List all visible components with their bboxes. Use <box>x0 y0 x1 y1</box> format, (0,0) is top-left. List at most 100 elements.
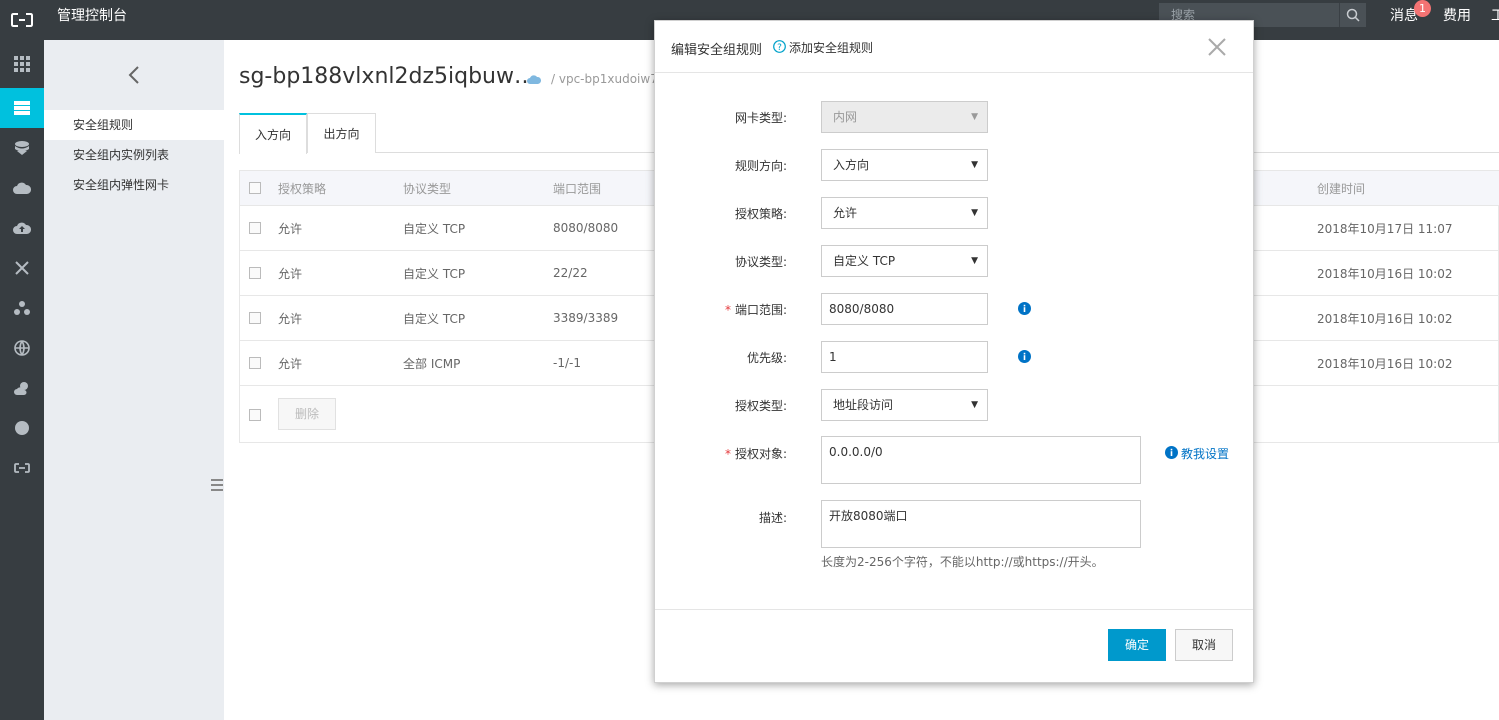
sidebar-item-rules[interactable]: 安全组规则 <box>44 110 224 140</box>
nic-type-select: 内网 ▼ <box>821 101 988 133</box>
caret-down-icon: ▼ <box>971 112 978 122</box>
auth-type-select[interactable]: 地址段访问 ▼ <box>821 389 988 421</box>
aliyun-logo-icon[interactable] <box>0 0 44 40</box>
page-title: sg-bp188vlxnl2dz5iqbuw… <box>239 64 536 89</box>
cluster-icon[interactable] <box>0 288 44 328</box>
cell-port: 22/22 <box>553 266 588 280</box>
dialog-header: 编辑安全组规则 ? 添加安全组规则 <box>655 21 1253 73</box>
policy-value: 允许 <box>833 206 858 220</box>
cell-protocol: 自定义 TCP <box>403 221 466 236</box>
network-icon[interactable] <box>0 248 44 288</box>
footer-select-all-checkbox[interactable] <box>249 386 261 443</box>
row-checkbox[interactable] <box>249 251 261 295</box>
header-created: 创建时间 <box>1317 181 1366 196</box>
direction-label: 规则方向: <box>734 159 787 173</box>
cell-policy: 允许 <box>278 356 303 371</box>
caret-down-icon: ▼ <box>971 256 978 266</box>
message-count-badge: 1 <box>1414 0 1431 17</box>
row-checkbox[interactable] <box>249 296 261 340</box>
priority-input[interactable]: 1 <box>821 341 988 373</box>
auth-type-label: 授权类型: <box>734 399 787 413</box>
caret-down-icon: ▼ <box>971 208 978 218</box>
vpc-breadcrumb[interactable]: / vpc-bp1xudoiw7l <box>551 72 661 86</box>
more-nav-link[interactable]: 工 <box>1491 0 1499 32</box>
back-chevron-icon[interactable] <box>44 40 224 110</box>
sidebar-item-eni[interactable]: 安全组内弹性网卡 <box>44 170 224 200</box>
priority-info-icon[interactable] <box>1018 350 1031 366</box>
protocol-select[interactable]: 自定义 TCP ▼ <box>821 245 988 277</box>
port-range-label-text: 端口范围: <box>734 303 787 317</box>
cell-created: 2018年10月17日 11:07 <box>1317 221 1453 236</box>
description-hint: 长度为2-256个字符，不能以http://或https://开头。 <box>821 555 1104 569</box>
header-port: 端口范围 <box>553 181 602 196</box>
sidebar-item-instances[interactable]: 安全组内实例列表 <box>44 140 224 170</box>
console-title[interactable]: 管理控制台 <box>57 0 127 32</box>
description-textarea[interactable]: 开放8080端口 <box>821 500 1141 548</box>
fees-link[interactable]: 费用 <box>1443 0 1471 32</box>
cell-protocol: 全部 ICMP <box>403 356 461 371</box>
cell-created: 2018年10月16日 10:02 <box>1317 356 1453 371</box>
tab-inbound[interactable]: 入方向 <box>239 113 307 154</box>
circle-icon[interactable] <box>0 408 44 448</box>
database-icon[interactable] <box>0 128 44 168</box>
required-mark: * <box>724 447 731 461</box>
dialog-footer: 确定 取消 <box>655 609 1253 683</box>
product-rail <box>0 40 44 720</box>
port-info-icon[interactable] <box>1018 302 1031 318</box>
header-policy: 授权策略 <box>278 181 327 196</box>
policy-select[interactable]: 允许 ▼ <box>821 197 988 229</box>
svg-text:?: ? <box>777 43 782 53</box>
protocol-value: 自定义 TCP <box>833 254 896 268</box>
weather-icon[interactable] <box>0 368 44 408</box>
cell-protocol: 自定义 TCP <box>403 266 466 281</box>
cell-port: 3389/3389 <box>553 311 619 325</box>
search-icon[interactable] <box>1339 3 1366 27</box>
help-question-icon[interactable]: ? <box>773 40 786 56</box>
cancel-button[interactable]: 取消 <box>1175 629 1233 661</box>
globe-icon[interactable] <box>0 328 44 368</box>
port-range-input[interactable]: 8080/8080 <box>821 293 988 325</box>
description-label: 描述: <box>758 511 787 525</box>
nic-type-label: 网卡类型: <box>734 111 787 125</box>
auth-object-textarea[interactable]: 0.0.0.0/0 <box>821 436 1141 484</box>
auth-type-value: 地址段访问 <box>833 398 894 412</box>
teach-me-link[interactable]: 教我设置 <box>1181 445 1229 462</box>
delete-button[interactable]: 删除 <box>278 398 336 430</box>
protocol-label: 协议类型: <box>734 255 787 269</box>
cell-port: -1/-1 <box>553 356 581 370</box>
required-mark: * <box>724 303 731 317</box>
auth-object-label: * 授权对象: <box>655 445 787 462</box>
caret-down-icon: ▼ <box>971 400 978 410</box>
direction-select[interactable]: 入方向 ▼ <box>821 149 988 181</box>
cloud-icon[interactable] <box>0 168 44 208</box>
grid-icon[interactable] <box>0 44 44 84</box>
cell-created: 2018年10月16日 10:02 <box>1317 266 1453 281</box>
select-all-checkbox[interactable] <box>249 171 261 205</box>
cell-policy: 允许 <box>278 221 303 236</box>
confirm-button[interactable]: 确定 <box>1108 629 1166 661</box>
port-range-label: * 端口范围: <box>655 301 787 318</box>
priority-label: 优先级: <box>746 351 787 365</box>
row-checkbox[interactable] <box>249 206 261 250</box>
cell-policy: 允许 <box>278 266 303 281</box>
teach-info-icon[interactable] <box>1165 446 1178 462</box>
edit-rule-dialog: 编辑安全组规则 ? 添加安全组规则 网卡类型: 内网 ▼ 规则方向: 入方向 ▼… <box>654 20 1254 683</box>
cell-protocol: 自定义 TCP <box>403 311 466 326</box>
row-checkbox[interactable] <box>249 341 261 385</box>
add-rule-help-link[interactable]: 添加安全组规则 <box>789 39 873 56</box>
cell-policy: 允许 <box>278 311 303 326</box>
link-bracket-icon[interactable] <box>0 448 44 488</box>
cloud-upload-icon[interactable] <box>0 208 44 248</box>
nic-type-value: 内网 <box>833 110 858 124</box>
security-group-sidebar: 安全组规则 安全组内实例列表 安全组内弹性网卡 <box>44 40 224 720</box>
collapse-sidebar-icon[interactable] <box>210 470 224 500</box>
auth-object-label-text: 授权对象: <box>734 447 787 461</box>
policy-label: 授权策略: <box>734 207 787 221</box>
caret-down-icon: ▼ <box>971 160 978 170</box>
cell-created: 2018年10月16日 10:02 <box>1317 311 1453 326</box>
direction-value: 入方向 <box>833 158 870 172</box>
tab-outbound[interactable]: 出方向 <box>307 113 376 153</box>
ecs-server-icon[interactable] <box>0 88 44 128</box>
cell-port: 8080/8080 <box>553 221 619 235</box>
close-icon[interactable] <box>1206 36 1228 58</box>
